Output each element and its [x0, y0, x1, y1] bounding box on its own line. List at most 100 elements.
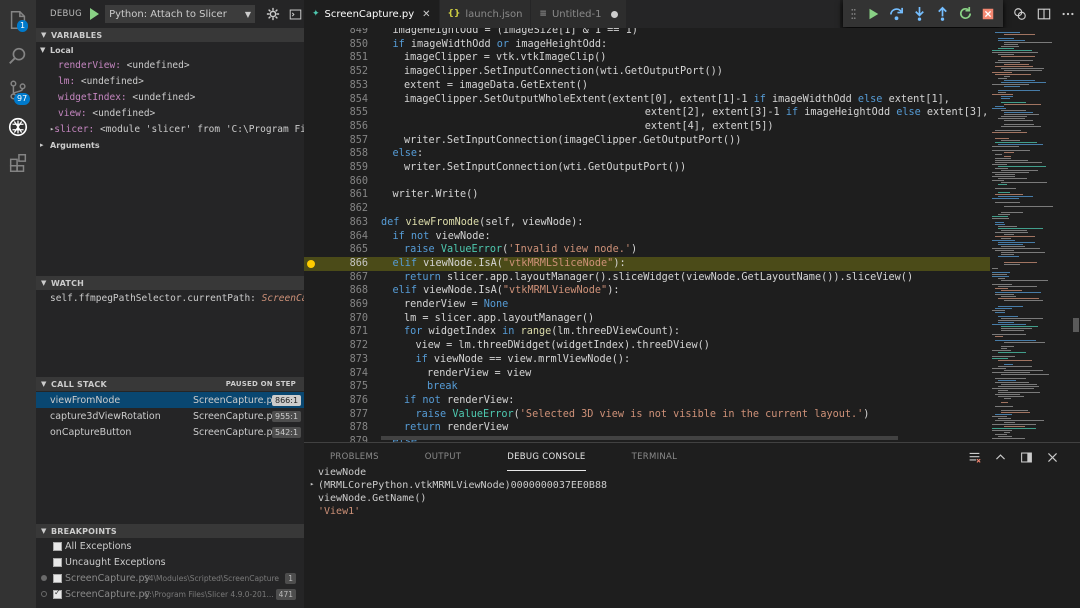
code-line[interactable]: 871 for widgetIndex in range(lm.threeDVie… — [304, 325, 990, 339]
start-debugging-button[interactable] — [90, 8, 100, 20]
breakpoint-row[interactable]: ScreenCapture.py C:\Program Files\Slicer… — [36, 586, 304, 602]
code-line[interactable]: 872 view = lm.threeDWidget(widgetIndex).t… — [304, 339, 990, 353]
breakpoint-row[interactable]: All Exceptions — [36, 538, 304, 554]
extensions-icon[interactable] — [6, 151, 30, 175]
gear-icon[interactable] — [265, 6, 281, 22]
stack-frame[interactable]: viewFromNode ScreenCapture.py 866:1 — [36, 392, 304, 408]
split-editor-icon[interactable] — [1034, 4, 1054, 24]
breakpoint-row[interactable]: Uncaught Exceptions — [36, 554, 304, 570]
clear-console-icon[interactable] — [966, 449, 982, 465]
code-line[interactable]: 855 extent[2], extent[3]-1 if imageHeigh… — [304, 106, 990, 120]
minimap-line — [992, 72, 1012, 73]
code-line[interactable]: 863 def viewFromNode(self, viewNode): — [304, 216, 990, 230]
code-token: slicer.app.layoutManager().sliceWidget(v… — [446, 271, 914, 283]
code-line[interactable]: 866 elif viewNode.IsA("vtkMRMLSliceNode")… — [304, 256, 990, 271]
variable-row[interactable]: view: <undefined> — [58, 105, 155, 121]
restart-icon[interactable] — [955, 4, 975, 24]
variable-row[interactable]: renderView: <undefined> — [58, 57, 190, 73]
code-line[interactable]: 849 imageHeightOdd = (imageSize[1] & 1 ==… — [304, 28, 990, 38]
close-icon[interactable]: ✕ — [422, 9, 430, 20]
panel-tab-output[interactable]: OUTPUT — [425, 443, 461, 471]
stack-frame[interactable]: capture3dViewRotation ScreenCapture.py 9… — [36, 408, 304, 424]
code-line[interactable]: 850 if imageWidthOdd or imageHeightOdd: — [304, 38, 990, 52]
chevron-right-icon[interactable]: ▸ — [310, 480, 314, 488]
compare-icon[interactable] — [1010, 4, 1030, 24]
more-actions-icon[interactable] — [1058, 4, 1078, 24]
step-over-icon[interactable] — [886, 4, 906, 24]
code-line[interactable]: 854 imageClipper.SetOutputWholeExtent(ext… — [304, 93, 990, 107]
minimap[interactable] — [990, 28, 1072, 442]
watch-header[interactable]: ▼ WATCH — [36, 276, 304, 290]
stop-icon[interactable] — [978, 4, 998, 24]
editor-vertical-scrollbar[interactable] — [1072, 28, 1080, 442]
call-stack-header[interactable]: ▼ CALL STACK PAUSED ON STEP — [36, 377, 304, 391]
code-line[interactable]: 876 if not renderView: — [304, 394, 990, 408]
code-line[interactable]: 874 renderView = view — [304, 367, 990, 381]
watch-expression-row[interactable]: self.ffmpegPathSelector.currentPath: Scr… — [50, 290, 304, 306]
code-text: renderView = None — [404, 298, 508, 312]
chevron-down-icon: ▼ — [40, 46, 46, 54]
code-line[interactable]: 877 raise ValueError('Selected 3D view is… — [304, 408, 990, 422]
code-editor[interactable]: 849 imageHeightOdd = (imageSize[1] & 1 ==… — [304, 28, 990, 442]
step-out-icon[interactable] — [932, 4, 952, 24]
code-token: imageHeightOdd: — [515, 38, 608, 50]
code-line[interactable]: 852 imageClipper.SetInputConnection(wti.G… — [304, 65, 990, 79]
code-line[interactable]: 851 imageClipper = vtk.vtkImageClip() — [304, 51, 990, 65]
panel-tab-debug-console[interactable]: DEBUG CONSOLE — [507, 443, 586, 471]
explorer-badge: 1 — [17, 20, 29, 32]
code-line[interactable]: 853 extent = imageData.GetExtent() — [304, 79, 990, 93]
drag-handle-icon[interactable] — [849, 4, 857, 24]
code-line[interactable]: 861 writer.Write() — [304, 188, 990, 202]
toggle-panel-icon[interactable] — [1018, 449, 1034, 465]
code-line[interactable]: 857 writer.SetInputConnection(imageClippe… — [304, 134, 990, 148]
panel-tab-terminal[interactable]: TERMINAL — [632, 443, 678, 471]
code-token: 'Selected 3D view is not visible in the … — [519, 408, 864, 420]
chevron-up-icon[interactable] — [992, 449, 1008, 465]
code-line[interactable]: 862 — [304, 202, 990, 216]
step-into-icon[interactable] — [909, 4, 929, 24]
unsaved-dot-icon[interactable] — [611, 10, 619, 18]
tab-screencapture-py[interactable]: ✦ ScreenCapture.py ✕ — [304, 0, 440, 28]
variables-header[interactable]: ▼ VARIABLES — [36, 28, 304, 42]
editor-horizontal-scrollbar[interactable] — [381, 436, 898, 440]
minimap-line — [995, 138, 1009, 139]
code-line[interactable]: 867 return slicer.app.layoutManager().sli… — [304, 271, 990, 285]
scope-arguments[interactable]: ▸ Arguments — [40, 137, 100, 153]
debug-console-icon[interactable] — [287, 6, 303, 22]
code-token: for — [404, 326, 429, 338]
code-line[interactable]: 864 if not viewNode: — [304, 230, 990, 244]
tab-launch-json[interactable]: {} launch.json — [439, 0, 532, 28]
code-line[interactable]: 869 renderView = None — [304, 298, 990, 312]
code-line[interactable]: 856 extent[4], extent[5]) — [304, 120, 990, 134]
breakpoint-row[interactable]: ScreenCapture.py S4\Modules\Scripted\Scr… — [36, 570, 304, 586]
variable-row[interactable]: lm: <undefined> — [58, 73, 144, 89]
breakpoint-checkbox[interactable] — [53, 588, 62, 599]
code-line[interactable]: 870 lm = slicer.app.layoutManager() — [304, 312, 990, 326]
code-line[interactable]: 859 writer.SetInputConnection(wti.GetOutp… — [304, 161, 990, 175]
close-icon[interactable] — [1044, 449, 1060, 465]
code-line[interactable]: 860 — [304, 175, 990, 189]
variable-row[interactable]: ▸ slicer: <module 'slicer' from 'C:\Prog… — [50, 121, 304, 137]
debug-icon[interactable] — [6, 115, 30, 139]
stack-frame[interactable]: onCaptureButton ScreenCapture.py 542:1 — [36, 424, 304, 440]
variable-row[interactable]: widgetIndex: <undefined> — [58, 89, 195, 105]
code-line[interactable]: 875 break — [304, 380, 990, 394]
scope-local[interactable]: ▼ Local — [40, 42, 73, 58]
code-line[interactable]: 878 return renderView — [304, 421, 990, 435]
breakpoint-checkbox[interactable] — [53, 557, 62, 567]
launch-configuration-select[interactable]: Python: Attach to Slicer ▼ — [105, 5, 256, 23]
tab-untitled-1[interactable]: ≡ Untitled-1 — [531, 0, 628, 28]
breakpoint-checkbox[interactable] — [53, 573, 62, 583]
code-line[interactable]: 868 elif viewNode.IsA("vtkMRMLViewNode"): — [304, 284, 990, 298]
breakpoints-header[interactable]: ▼ BREAKPOINTS — [36, 524, 304, 538]
continue-icon[interactable] — [863, 4, 883, 24]
code-token: "vtkMRMLSliceNode" — [502, 257, 614, 269]
search-icon[interactable] — [6, 44, 30, 68]
code-line[interactable]: 873 if viewNode == view.mrmlViewNode(): — [304, 353, 990, 367]
scrollbar-thumb[interactable] — [1073, 318, 1079, 332]
breakpoint-checkbox[interactable] — [53, 541, 62, 551]
chevron-down-icon: ▼ — [41, 527, 47, 535]
code-line[interactable]: 865 raise ValueError('Invalid view node.'… — [304, 243, 990, 257]
editor-actions — [1010, 4, 1080, 24]
code-line[interactable]: 858 else: — [304, 147, 990, 161]
